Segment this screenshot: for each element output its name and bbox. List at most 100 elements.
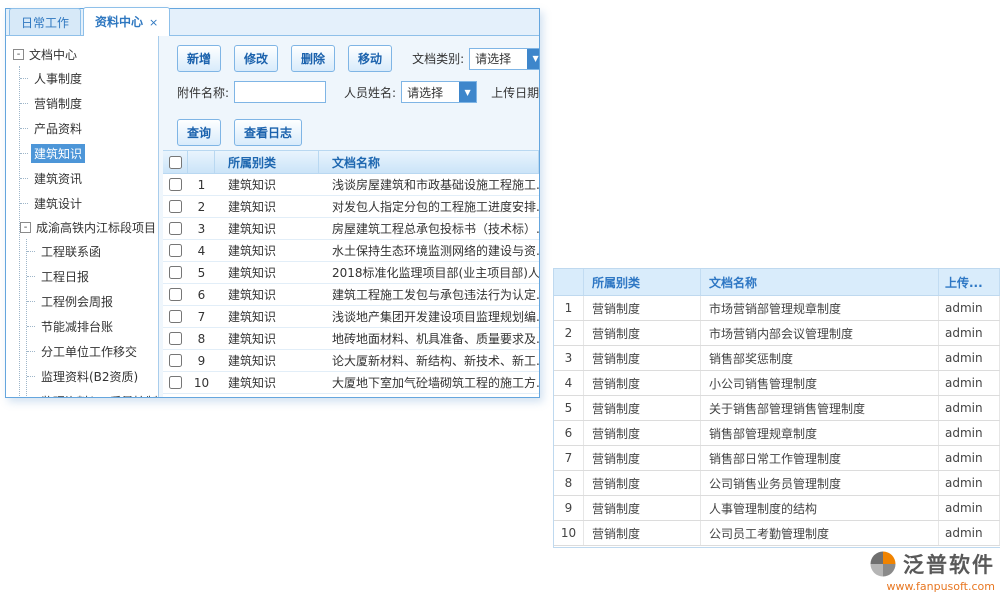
tree-item-weekly-meeting[interactable]: 工程例会周报 xyxy=(27,289,158,314)
row-checkbox[interactable] xyxy=(169,200,182,213)
tree-item-label: 建筑资讯 xyxy=(31,169,85,188)
row-doc-name: 公司员工考勤管理制度 xyxy=(701,521,939,545)
chevron-down-icon[interactable]: ▼ xyxy=(527,49,539,69)
collapse-icon[interactable]: - xyxy=(13,49,24,60)
table-row[interactable]: 3 营销制度 销售部奖惩制度 admin xyxy=(554,346,1000,371)
table-row[interactable]: 5 营销制度 关于销售部管理销售管理制度 admin xyxy=(554,396,1000,421)
view-log-button[interactable]: 查看日志 xyxy=(234,119,302,146)
row-uploader: admin xyxy=(939,396,1000,420)
table-row[interactable]: 4 建筑知识 水土保持生态环境监测网络的建设与资... xyxy=(163,240,539,262)
row-category: 建筑知识 xyxy=(215,306,319,327)
table-row[interactable]: 4 营销制度 小公司销售管理制度 admin xyxy=(554,371,1000,396)
tree-item-label: 节能减排台账 xyxy=(38,317,116,336)
row-category: 建筑知识 xyxy=(215,174,319,195)
table-row[interactable]: 2 营销制度 市场营销内部会议管理制度 admin xyxy=(554,321,1000,346)
tree-item-construction-design[interactable]: 建筑设计 xyxy=(20,191,158,216)
close-icon[interactable]: × xyxy=(149,16,158,29)
row-category: 营销制度 xyxy=(584,421,701,445)
row-checkbox[interactable] xyxy=(169,244,182,257)
tree-item-supervision-b2[interactable]: 监理资料(B2资质) xyxy=(27,364,158,389)
row-checkbox[interactable] xyxy=(169,354,182,367)
table-row[interactable]: 8 营销制度 公司销售业务员管理制度 admin xyxy=(554,471,1000,496)
query-button[interactable]: 查询 xyxy=(177,119,221,146)
row-number: 2 xyxy=(188,196,215,217)
row-category: 营销制度 xyxy=(584,521,701,545)
add-button[interactable]: 新增 xyxy=(177,45,221,72)
tree-item-label: 工程日报 xyxy=(38,267,92,286)
folder-tree: - 文档中心 人事制度 营销制度 产品资料 建筑知识 建筑资讯 建筑设计 - 成… xyxy=(6,36,159,397)
tree-item-personnel-policy[interactable]: 人事制度 xyxy=(20,66,158,91)
doc-type-select[interactable]: 请选择 ▼ xyxy=(469,48,539,70)
table-row[interactable]: 6 营销制度 销售部管理规章制度 admin xyxy=(554,421,1000,446)
upload-date-label: 上传日期 xyxy=(491,84,539,101)
row-number: 4 xyxy=(554,371,584,395)
row-doc-name: 2018标准化监理项目部(业主项目部)人员... xyxy=(319,262,539,283)
row-category: 营销制度 xyxy=(584,346,701,370)
tab-data-center[interactable]: 资料中心× xyxy=(83,7,170,36)
move-button[interactable]: 移动 xyxy=(348,45,392,72)
row-number: 3 xyxy=(188,218,215,239)
row-category: 营销制度 xyxy=(584,446,701,470)
toolbar-filters: 附件名称: 人员姓名: 请选择 ▼ 上传日期 xyxy=(177,81,539,103)
row-uploader: admin xyxy=(939,521,1000,545)
row-uploader: admin xyxy=(939,496,1000,520)
row-checkbox[interactable] xyxy=(169,332,182,345)
person-name-label: 人员姓名: xyxy=(344,84,396,101)
row-uploader: admin xyxy=(939,446,1000,470)
table-row[interactable]: 3 建筑知识 房屋建筑工程总承包投标书（技术标）... xyxy=(163,218,539,240)
table-row[interactable]: 8 建筑知识 地砖地面材料、机具准备、质量要求及... xyxy=(163,328,539,350)
tree-root-project[interactable]: - 成渝高铁内江标段项目 xyxy=(20,216,158,239)
table-row[interactable]: 10 建筑知识 大厦地下室加气砼墙砌筑工程的施工方... xyxy=(163,372,539,394)
row-category: 营销制度 xyxy=(584,496,701,520)
tree-item-contact-letter[interactable]: 工程联系函 xyxy=(27,239,158,264)
row-checkbox[interactable] xyxy=(169,288,182,301)
row-doc-name: 关于销售部管理销售管理制度 xyxy=(701,396,939,420)
tree-root-document-center[interactable]: - 文档中心 xyxy=(13,43,158,66)
row-doc-name: 市场营销内部会议管理制度 xyxy=(701,321,939,345)
table-row[interactable]: 2 建筑知识 对发包人指定分包的工程施工进度安排... xyxy=(163,196,539,218)
collapse-icon[interactable]: - xyxy=(20,222,31,233)
table-row[interactable]: 1 建筑知识 浅谈房屋建筑和市政基础设施工程施工... xyxy=(163,174,539,196)
attachment-name-input[interactable] xyxy=(234,81,326,103)
header-uploader: 上传... xyxy=(939,269,1000,295)
header-doc-name: 文档名称 xyxy=(701,269,939,295)
row-checkbox[interactable] xyxy=(169,222,182,235)
row-checkbox[interactable] xyxy=(169,178,182,191)
row-number: 7 xyxy=(554,446,584,470)
chevron-down-icon[interactable]: ▼ xyxy=(459,82,476,102)
delete-button[interactable]: 删除 xyxy=(291,45,335,72)
tree-item-energy-ledger[interactable]: 节能减排台账 xyxy=(27,314,158,339)
tree-item-work-transfer[interactable]: 分工单位工作移交 xyxy=(27,339,158,364)
table-row[interactable]: 9 建筑知识 论大厦新材料、新结构、新技术、新工... xyxy=(163,350,539,372)
edit-button[interactable]: 修改 xyxy=(234,45,278,72)
table-header: 所属别类 文档名称 上传... xyxy=(554,269,1000,296)
person-value: 请选择 xyxy=(402,84,459,101)
row-doc-name: 销售部奖惩制度 xyxy=(701,346,939,370)
tree-item-construction-knowledge-selected[interactable]: 建筑知识 xyxy=(20,141,158,166)
select-all-checkbox[interactable] xyxy=(169,156,182,169)
tree-item-marketing-policy[interactable]: 营销制度 xyxy=(20,91,158,116)
tree-item-supervision-b3[interactable]: 监理资料(B3质量控制) xyxy=(27,389,158,397)
table-row[interactable]: 7 营销制度 销售部日常工作管理制度 admin xyxy=(554,446,1000,471)
row-checkbox[interactable] xyxy=(169,266,182,279)
tree-item-label: 分工单位工作移交 xyxy=(38,342,140,361)
row-number: 5 xyxy=(188,262,215,283)
person-select[interactable]: 请选择 ▼ xyxy=(401,81,477,103)
table-row[interactable]: 7 建筑知识 浅谈地产集团开发建设项目监理规划编... xyxy=(163,306,539,328)
document-table: 所属别类 文档名称 1 建筑知识 浅谈房屋建筑和市政基础设施工程施工... 2 … xyxy=(163,150,539,397)
tree-item-daily-report[interactable]: 工程日报 xyxy=(27,264,158,289)
row-category: 建筑知识 xyxy=(215,350,319,371)
header-doc-name: 文档名称 xyxy=(319,151,539,173)
row-checkbox[interactable] xyxy=(169,376,182,389)
table-row[interactable]: 9 营销制度 人事管理制度的结构 admin xyxy=(554,496,1000,521)
tree-item-construction-news[interactable]: 建筑资讯 xyxy=(20,166,158,191)
row-uploader: admin xyxy=(939,471,1000,495)
tab-daily-work[interactable]: 日常工作 xyxy=(9,8,81,35)
tree-item-product-data[interactable]: 产品资料 xyxy=(20,116,158,141)
table-row[interactable]: 1 营销制度 市场营销部管理规章制度 admin xyxy=(554,296,1000,321)
row-checkbox[interactable] xyxy=(169,310,182,323)
tree-item-label: 产品资料 xyxy=(31,119,85,138)
table-row[interactable]: 6 建筑知识 建筑工程施工发包与承包违法行为认定... xyxy=(163,284,539,306)
table-row[interactable]: 5 建筑知识 2018标准化监理项目部(业主项目部)人员... xyxy=(163,262,539,284)
table-row[interactable]: 10 营销制度 公司员工考勤管理制度 admin xyxy=(554,521,1000,546)
